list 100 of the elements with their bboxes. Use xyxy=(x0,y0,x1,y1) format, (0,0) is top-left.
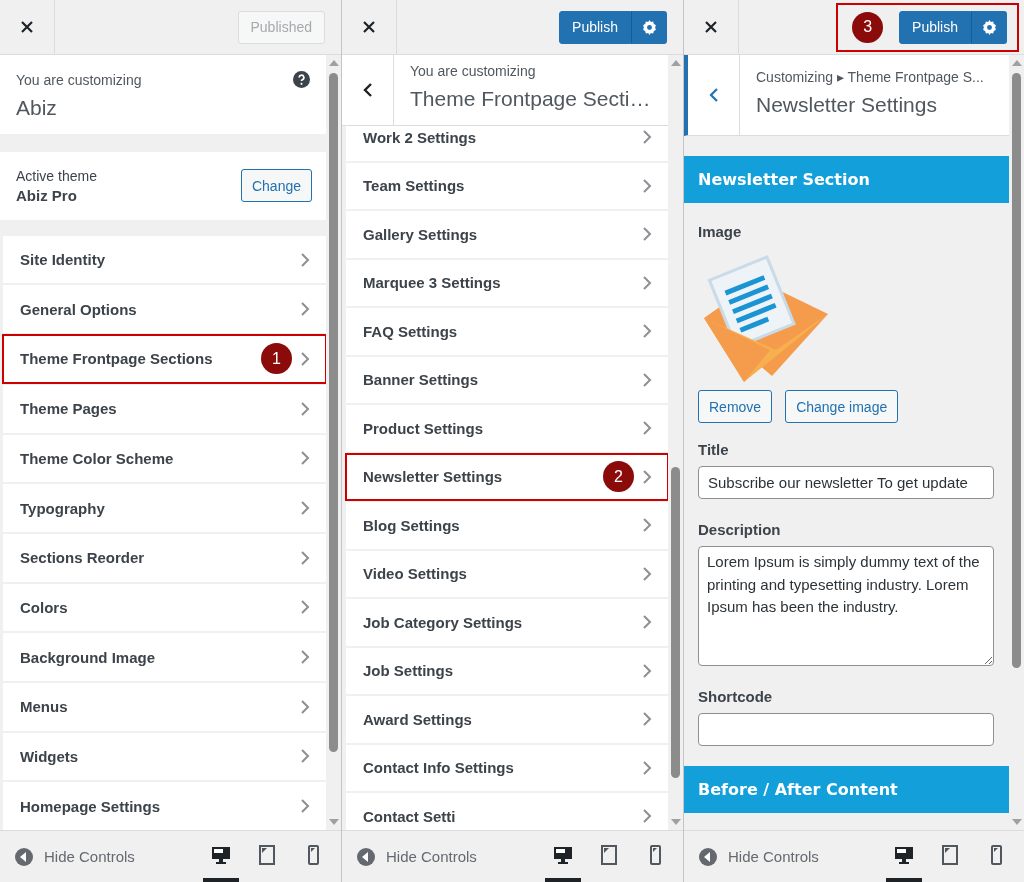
chevron-right-icon xyxy=(642,614,652,631)
menu-item[interactable]: Blog Settings xyxy=(346,502,668,549)
breadcrumb: Customizing ▸ Theme Frontpage S... xyxy=(756,69,984,85)
publish-button[interactable]: Publish xyxy=(559,10,631,44)
chevron-right-icon xyxy=(642,565,652,582)
menu-item[interactable]: Menus xyxy=(3,682,326,731)
scrollbar-thumb[interactable] xyxy=(329,73,338,752)
customizing-label: You are customizing xyxy=(16,71,142,88)
menu-item[interactable]: Work 2 Settings xyxy=(346,126,668,161)
scroll-up-icon xyxy=(1011,59,1022,67)
menu-item[interactable]: Background Image xyxy=(3,633,326,681)
tablet-icon xyxy=(940,844,960,865)
chevron-right-icon xyxy=(300,400,310,417)
tablet-icon xyxy=(257,844,277,865)
settings-button[interactable] xyxy=(971,10,1007,44)
scroll-down-icon xyxy=(1011,818,1022,826)
settings-button[interactable] xyxy=(631,10,667,44)
collapse-icon xyxy=(14,846,34,867)
menu-item[interactable]: Video Settings xyxy=(346,550,668,597)
menu-item[interactable]: Site Identity xyxy=(3,235,326,284)
image-button[interactable]: Remove xyxy=(698,390,773,423)
scrollbar-thumb[interactable] xyxy=(1012,73,1021,668)
menu-item[interactable]: Theme Pages xyxy=(3,384,326,433)
hide-controls-button[interactable]: Hide Controls xyxy=(14,846,135,867)
close-icon xyxy=(363,21,375,33)
chevron-right-icon xyxy=(642,759,652,776)
menu-item[interactable]: Newsletter Settings 2 xyxy=(346,453,668,500)
theme-name: Abiz Pro xyxy=(16,186,78,204)
menu-item[interactable]: Contact Info Settings xyxy=(346,744,668,791)
chevron-right-icon xyxy=(642,371,652,388)
menu-item[interactable]: Sections Reorder xyxy=(3,533,326,582)
chevron-right-icon xyxy=(300,251,310,268)
section-heading: Before / After Content xyxy=(684,766,1009,813)
help-icon[interactable] xyxy=(293,71,310,88)
chevron-right-icon xyxy=(642,711,652,728)
step-badge: 2 xyxy=(603,461,634,493)
chevron-right-icon xyxy=(642,662,652,679)
step-badge: 1 xyxy=(261,343,292,375)
menu-item[interactable]: Widgets xyxy=(3,732,326,781)
hide-controls-button[interactable]: Hide Controls xyxy=(356,846,477,867)
menu-item[interactable]: Job Category Settings xyxy=(346,599,668,646)
desktop-icon xyxy=(894,844,914,865)
menu-item[interactable]: FAQ Settings xyxy=(346,308,668,355)
publish-button[interactable]: Publish xyxy=(899,10,971,44)
chevron-right-icon xyxy=(300,798,310,815)
site-title: Abiz xyxy=(16,96,58,120)
menu-item[interactable]: Marquee 3 Settings xyxy=(346,259,668,306)
chevron-right-icon xyxy=(642,226,652,243)
chevron-right-icon xyxy=(642,323,652,340)
chevron-right-icon xyxy=(642,129,652,146)
menu-item[interactable]: Award Settings xyxy=(346,696,668,743)
chevron-right-icon xyxy=(642,177,652,194)
menu-item[interactable]: Gallery Settings xyxy=(346,211,668,258)
chevron-right-icon xyxy=(642,808,652,825)
scroll-down-icon xyxy=(670,818,681,826)
menu-item[interactable]: Theme Frontpage Sections 1 xyxy=(3,335,326,383)
scroll-up-icon xyxy=(670,59,681,67)
close-icon xyxy=(705,21,717,33)
menu-item[interactable]: Theme Color Scheme xyxy=(3,434,326,483)
chevron-right-icon xyxy=(300,301,310,318)
field-label: Shortcode xyxy=(698,688,774,705)
collapse-icon xyxy=(698,846,718,867)
description-field[interactable]: Lorem Ipsum is simply dummy text of the printing and typesetting industry. Lorem Ipsum has been the industry. xyxy=(698,546,994,666)
scrollbar-thumb[interactable] xyxy=(671,467,680,778)
change-theme-button[interactable]: Change xyxy=(240,169,312,203)
desktop-icon xyxy=(211,844,231,865)
field-label: Title xyxy=(698,441,730,458)
image-button[interactable]: Change image xyxy=(785,390,899,423)
menu-item[interactable]: Banner Settings xyxy=(346,356,668,403)
section-title: Theme Frontpage Secti… xyxy=(410,87,651,111)
chevron-right-icon xyxy=(300,748,310,765)
menu-item[interactable]: Homepage Settings xyxy=(3,782,326,830)
collapse-icon xyxy=(356,846,376,867)
menu-item[interactable]: Team Settings xyxy=(346,162,668,209)
text-field[interactable]: Subscribe our newsletter To get update xyxy=(698,466,994,499)
hide-controls-button[interactable]: Hide Controls xyxy=(698,846,819,867)
active-theme-label: Active theme xyxy=(16,167,97,184)
chevron-right-icon xyxy=(300,350,310,367)
field-label: Description xyxy=(698,521,782,538)
back-icon xyxy=(708,87,719,103)
field-label: Image xyxy=(698,223,743,240)
chevron-right-icon xyxy=(642,274,652,291)
chevron-right-icon xyxy=(642,420,652,437)
desktop-icon xyxy=(553,844,573,865)
text-field[interactable] xyxy=(698,713,994,746)
menu-item[interactable]: Colors xyxy=(3,583,326,632)
menu-item[interactable]: Job Settings xyxy=(346,647,668,694)
chevron-right-icon xyxy=(300,450,310,467)
settings-icon xyxy=(642,19,657,35)
chevron-right-icon xyxy=(300,500,310,517)
menu-item[interactable]: General Options xyxy=(3,285,326,334)
settings-icon xyxy=(982,19,997,35)
menu-item[interactable]: Typography xyxy=(3,484,326,532)
menu-item[interactable]: Product Settings xyxy=(346,405,668,452)
scroll-up-icon xyxy=(328,59,339,67)
menu-item[interactable]: Contact Setti xyxy=(346,793,668,830)
chevron-right-icon xyxy=(300,649,310,666)
chevron-right-icon xyxy=(642,517,652,534)
section-title: Newsletter Settings xyxy=(756,93,938,117)
chevron-right-icon xyxy=(300,549,310,566)
